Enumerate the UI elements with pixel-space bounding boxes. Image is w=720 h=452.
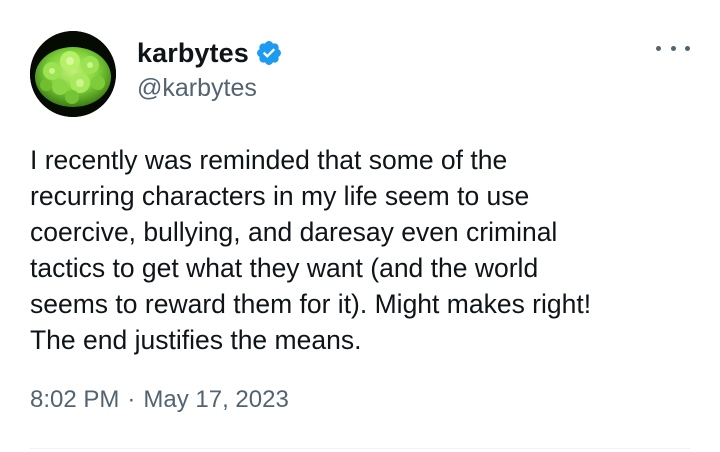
- avatar[interactable]: [30, 31, 116, 117]
- divider: [30, 448, 690, 449]
- tweet-card: karbytes @karbytes I recently was remind…: [0, 0, 720, 452]
- tweet-text: I recently was reminded that some of the…: [30, 145, 592, 355]
- more-options-icon[interactable]: [656, 38, 690, 58]
- author-display-name[interactable]: karbytes: [137, 38, 249, 69]
- more-dot: [670, 45, 676, 51]
- more-dot: [685, 45, 690, 51]
- verified-badge-icon: [255, 39, 283, 67]
- tweet-timestamp[interactable]: 8:02 PM · May 17, 2023: [30, 386, 289, 414]
- author-handle[interactable]: @karbytes: [137, 74, 257, 103]
- romanesco-avatar-icon: [30, 31, 116, 117]
- tweet-time: 8:02 PM: [30, 386, 120, 413]
- author-name-row: karbytes: [137, 36, 283, 70]
- timestamp-separator: ·: [127, 386, 136, 413]
- tweet-date: May 17, 2023: [143, 386, 289, 413]
- more-dot: [656, 45, 661, 51]
